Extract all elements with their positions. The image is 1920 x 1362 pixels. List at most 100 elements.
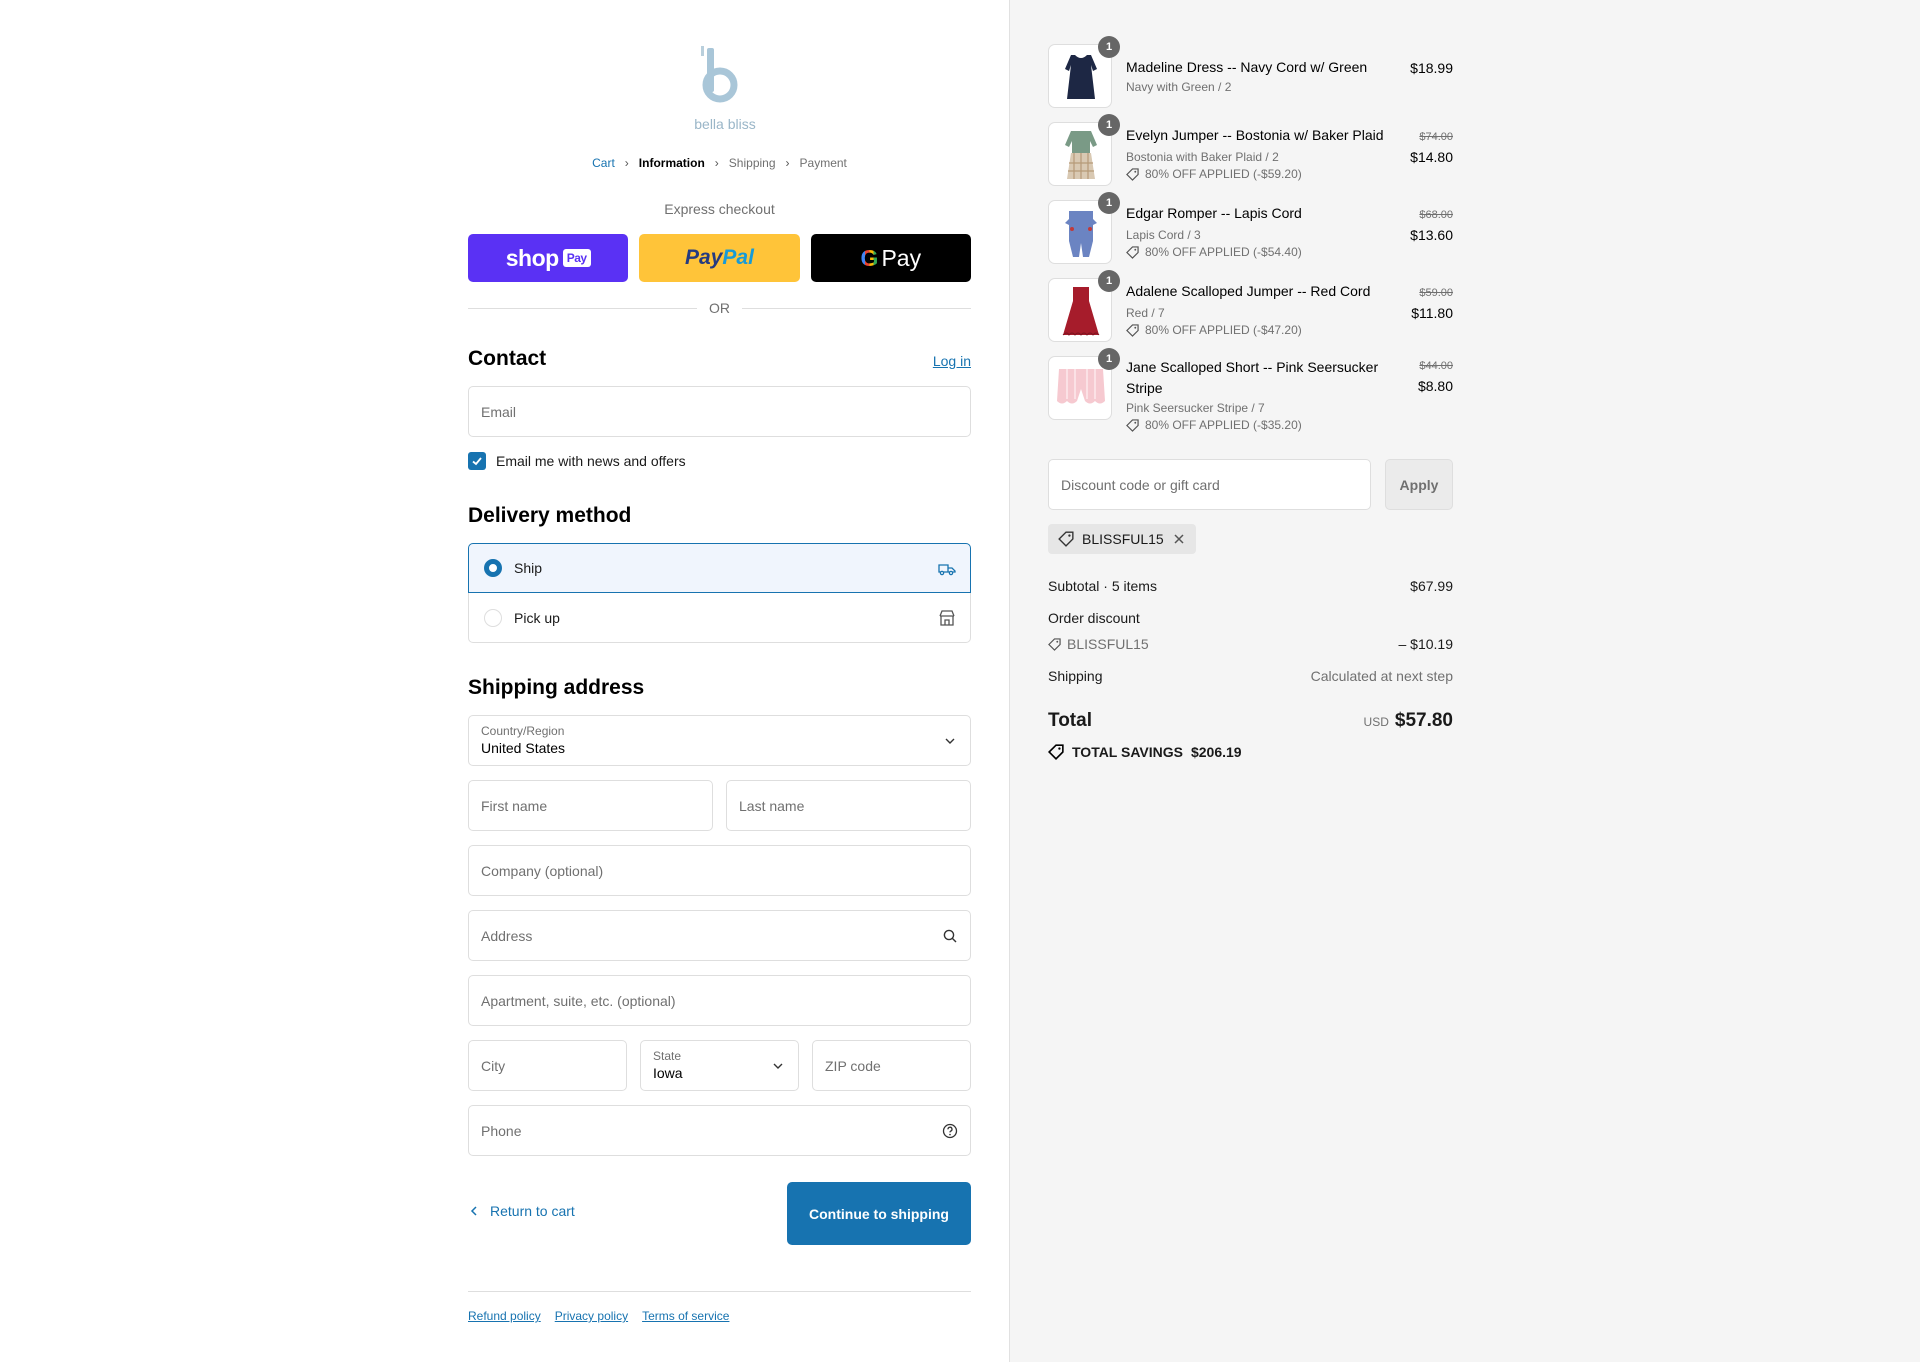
bella-bliss-logo-icon: [701, 46, 738, 103]
shipping-label: Shipping: [1048, 668, 1103, 684]
total-savings-label: TOTAL SAVINGS: [1072, 744, 1183, 760]
currency-code: USD: [1363, 715, 1389, 729]
ship-radio[interactable]: [484, 559, 502, 577]
truck-icon: [938, 564, 956, 576]
search-icon: [943, 929, 957, 943]
first-name-placeholder: First name: [481, 798, 548, 814]
login-link[interactable]: Log in: [933, 353, 971, 369]
discount-code-input[interactable]: Discount code or gift card: [1048, 459, 1371, 510]
store-icon: [939, 610, 955, 626]
help-icon[interactable]: [942, 1123, 958, 1139]
brand-logo[interactable]: bella bliss: [685, 38, 765, 134]
contact-heading: Contact: [468, 347, 547, 370]
phone-placeholder: Phone: [481, 1123, 522, 1139]
address-placeholder: Address: [481, 928, 533, 944]
express-checkout-title: Express checkout: [664, 201, 775, 217]
shop-pay-text: shop: [505, 244, 559, 271]
tag-icon: [1126, 245, 1139, 259]
discount-note: 80% OFF APPLIED (-$59.20): [1126, 167, 1302, 181]
city-field[interactable]: City: [468, 1040, 627, 1091]
discount-text: 80% OFF APPLIED (-$35.20): [1145, 418, 1302, 432]
product-name: Jane Scalloped Short -- Pink Seersucker …: [1126, 359, 1379, 396]
product-variant: Red / 7: [1126, 306, 1165, 320]
google-pay-button[interactable]: G Pay: [810, 234, 971, 282]
product-name: Edgar Romper -- Lapis Cord: [1126, 205, 1302, 221]
delivery-option-pickup[interactable]: Pick up: [468, 593, 971, 643]
chevron-down-icon: [773, 1063, 783, 1069]
terms-of-service-link[interactable]: Terms of service: [642, 1309, 729, 1323]
product-variant: Pink Seersucker Stripe / 7: [1126, 401, 1265, 415]
zip-field[interactable]: ZIP code: [812, 1040, 971, 1091]
discount-text: 80% OFF APPLIED (-$59.20): [1145, 167, 1302, 181]
first-name-field[interactable]: First name: [468, 780, 713, 831]
shipping-row: Shipping Calculated at next step: [1048, 668, 1453, 684]
order-discount-code-row: BLISSFUL15 – $10.19: [1048, 636, 1453, 652]
order-discount-row: Order discount: [1048, 610, 1453, 626]
chevron-left-icon: [470, 1206, 477, 1216]
continue-to-shipping-button[interactable]: Continue to shipping: [787, 1182, 971, 1245]
email-placeholder: Email: [481, 404, 517, 420]
subtotal-label: Subtotal · 5 items: [1048, 578, 1157, 594]
apartment-field[interactable]: Apartment, suite, etc. (optional): [468, 975, 971, 1026]
shipping-value: Calculated at next step: [1310, 668, 1453, 684]
delivery-options: Ship Pick up: [468, 543, 971, 643]
chevron-right-icon: ›: [785, 156, 790, 170]
address-field[interactable]: Address: [468, 910, 971, 961]
chevron-down-icon: [945, 738, 955, 744]
breadcrumb-shipping: Shipping: [728, 156, 776, 170]
product-name: Adalene Scalloped Jumper -- Red Cord: [1126, 283, 1371, 299]
discount-note: 80% OFF APPLIED (-$54.40): [1126, 245, 1302, 259]
quantity-badge: 1: [1098, 192, 1120, 214]
product-variant: Navy with Green / 2: [1126, 80, 1232, 94]
quantity-badge: 1: [1098, 36, 1120, 58]
delivery-option-ship[interactable]: Ship: [468, 543, 971, 593]
product-variant: Lapis Cord / 3: [1126, 228, 1201, 242]
product-price: $14.80: [1410, 149, 1453, 165]
product-price: $13.60: [1410, 227, 1453, 243]
footer-divider: [468, 1291, 971, 1292]
product-thumbnail: 1: [1048, 36, 1120, 108]
total-row: Total USD $57.80: [1048, 710, 1453, 732]
state-value: Iowa: [653, 1065, 683, 1081]
breadcrumb: Cart › Information › Shipping › Payment: [468, 156, 971, 170]
or-text: OR: [709, 300, 730, 316]
company-placeholder: Company (optional): [481, 863, 604, 879]
product-price: $11.80: [1411, 305, 1453, 321]
applied-discount-tag: BLISSFUL15: [1048, 524, 1196, 554]
phone-field[interactable]: Phone: [468, 1105, 971, 1156]
country-label: Country/Region: [481, 724, 565, 738]
return-to-cart-link[interactable]: Return to cart: [468, 1203, 575, 1219]
paypal-button[interactable]: Pay Pal: [639, 234, 800, 282]
state-select[interactable]: State Iowa: [640, 1040, 799, 1091]
checkmark-icon: [472, 457, 482, 466]
discount-code-placeholder: Discount code or gift card: [1061, 477, 1220, 493]
original-price: $44.00: [1419, 360, 1453, 372]
country-select[interactable]: Country/Region United States: [468, 715, 971, 766]
total-value: $57.80: [1394, 710, 1453, 731]
subtotal-row: Subtotal · 5 items $67.99: [1048, 578, 1453, 594]
city-placeholder: City: [481, 1058, 506, 1074]
product-thumbnail: 1: [1048, 270, 1120, 342]
email-field[interactable]: Email: [468, 386, 971, 437]
privacy-policy-link[interactable]: Privacy policy: [555, 1309, 628, 1323]
breadcrumb-cart[interactable]: Cart: [592, 156, 615, 170]
original-price: $59.00: [1419, 287, 1453, 299]
shop-pay-badge: Pay: [562, 249, 591, 267]
newsletter-label: Email me with news and offers: [496, 453, 686, 469]
order-discount-value: – $10.19: [1398, 636, 1454, 652]
last-name-field[interactable]: Last name: [726, 780, 971, 831]
brand-name: bella bliss: [694, 116, 756, 132]
close-icon[interactable]: [1172, 532, 1186, 546]
tag-icon: [1126, 323, 1139, 337]
tag-icon: [1058, 531, 1074, 547]
pickup-radio[interactable]: [484, 608, 502, 627]
country-value: United States: [481, 740, 566, 756]
company-field[interactable]: Company (optional): [468, 845, 971, 896]
order-discount-label: Order discount: [1048, 610, 1140, 626]
refund-policy-link[interactable]: Refund policy: [468, 1309, 541, 1323]
footer-links: Refund policy Privacy policy Terms of se…: [468, 1309, 729, 1323]
newsletter-option[interactable]: Email me with news and offers: [468, 452, 686, 470]
shop-pay-button[interactable]: shop Pay: [468, 234, 629, 282]
newsletter-checkbox[interactable]: [468, 452, 486, 470]
apply-discount-button[interactable]: Apply: [1385, 459, 1453, 510]
